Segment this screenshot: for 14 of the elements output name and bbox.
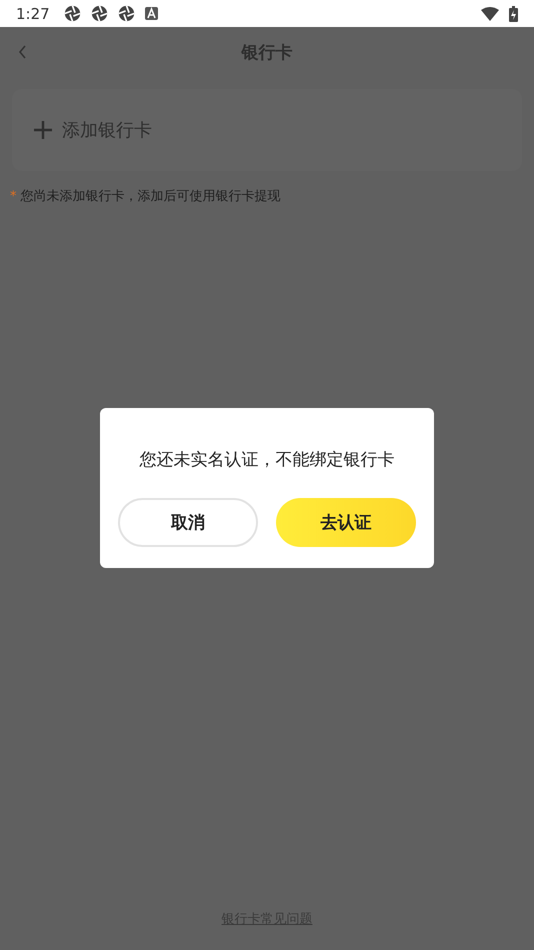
verify-button[interactable]: 去认证 (276, 498, 416, 547)
notification-icon (144, 7, 158, 20)
hint-text: 您尚未添加银行卡，添加后可使用银行卡提现 (20, 188, 280, 205)
plus-icon (34, 121, 52, 139)
aperture-icon (90, 5, 108, 22)
aperture-icon (64, 5, 81, 22)
back-icon[interactable] (18, 45, 27, 59)
cancel-button[interactable]: 取消 (118, 498, 258, 547)
wifi-icon (481, 6, 499, 20)
battery-icon (509, 6, 518, 22)
dialog-message: 您还未实名认证，不能绑定银行卡 (140, 449, 394, 471)
status-time: 1:27 (16, 4, 50, 22)
aperture-icon (118, 5, 135, 22)
required-mark: * (10, 188, 16, 204)
